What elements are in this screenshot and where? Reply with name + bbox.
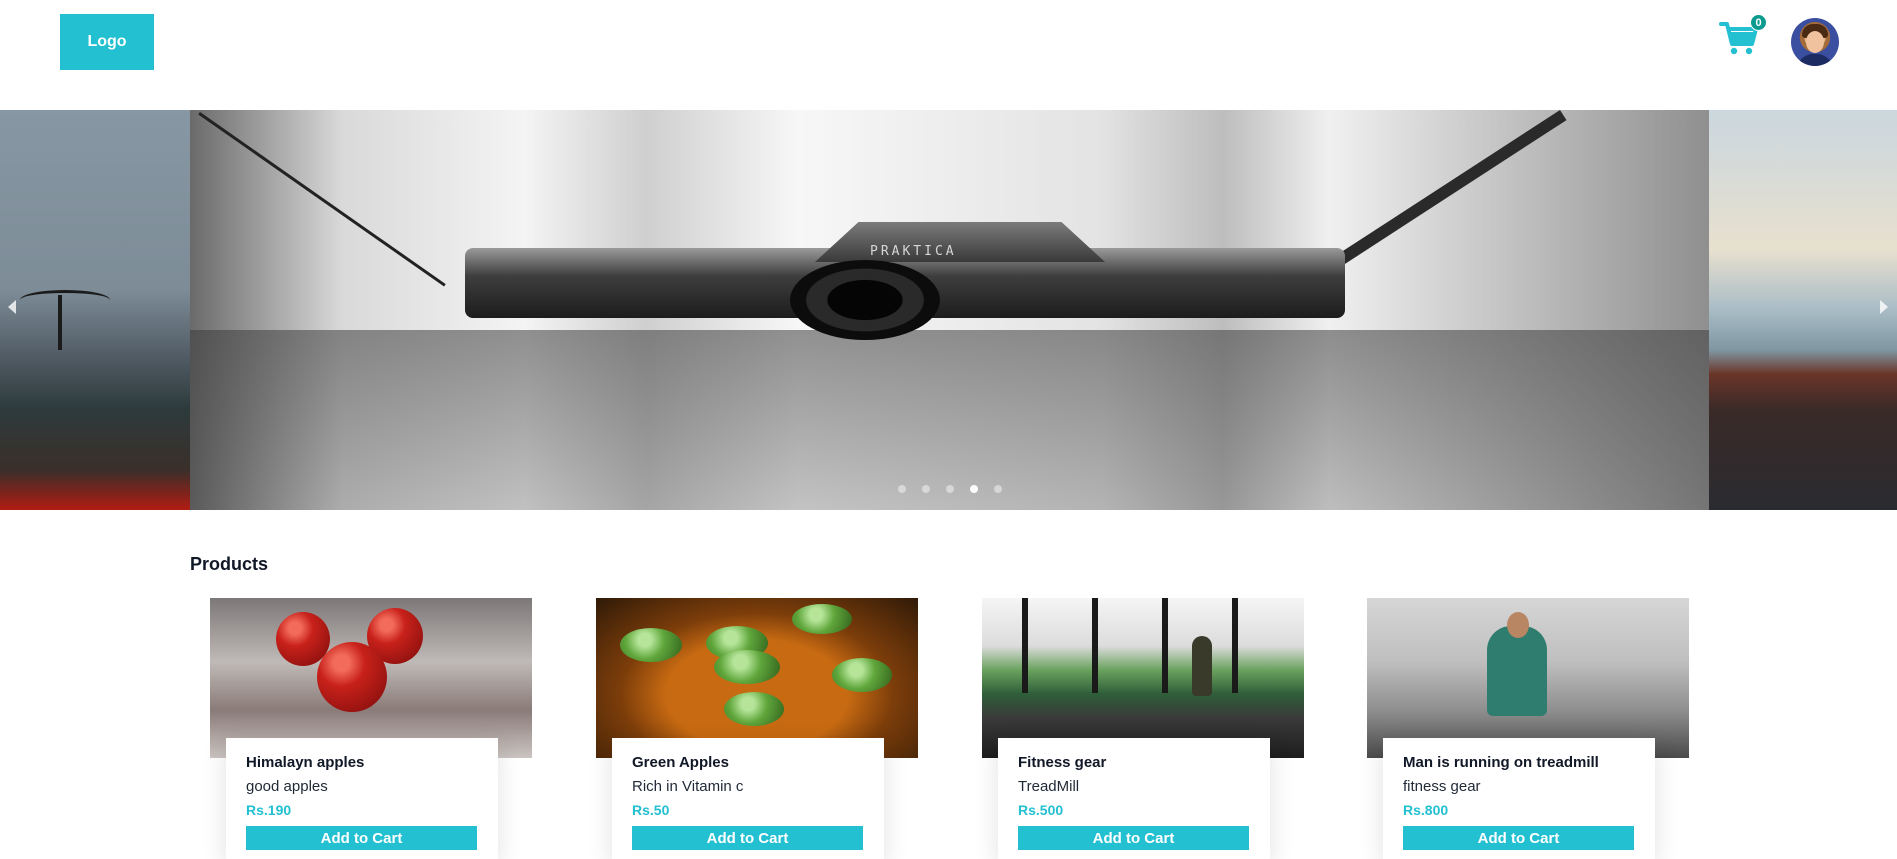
product-info: Man is running on treadmill fitness gear… — [1383, 738, 1655, 859]
product-card[interactable]: Man is running on treadmill fitness gear… — [1367, 598, 1689, 859]
product-description: Rich in Vitamin c — [632, 778, 744, 795]
cart-button[interactable]: 0 — [1719, 14, 1767, 60]
product-info: Green Apples Rich in Vitamin c Rs.50 Add… — [612, 738, 884, 859]
products-heading: Products — [190, 554, 269, 574]
carousel-dot-1[interactable] — [898, 485, 906, 493]
window-frame — [1092, 598, 1098, 693]
product-image-green-apples — [596, 598, 918, 758]
hero-carousel[interactable]: PRAKTICA — [0, 110, 1897, 510]
product-title: Man is running on treadmill — [1403, 754, 1599, 771]
window-frame — [1232, 598, 1238, 693]
camera-strap-left — [198, 112, 446, 287]
apple-shape — [317, 642, 387, 712]
product-price: Rs.800 — [1403, 802, 1449, 818]
product-title: Fitness gear — [1018, 754, 1107, 771]
add-to-cart-button[interactable]: Add to Cart — [246, 826, 477, 850]
green-apple-shape — [832, 658, 892, 692]
product-price: Rs.50 — [632, 802, 670, 818]
window-frame — [1162, 598, 1168, 693]
product-title: Himalayn apples — [246, 754, 365, 771]
cart-count-badge: 0 — [1750, 14, 1767, 31]
product-description: fitness gear — [1403, 778, 1481, 795]
carousel-slide-next — [1709, 110, 1897, 510]
product-price: Rs.190 — [246, 802, 292, 818]
chevron-right-icon[interactable] — [1880, 300, 1888, 314]
product-card[interactable]: Fitness gear TreadMill Rs.500 Add to Car… — [982, 598, 1304, 859]
product-image-himalayan-apples — [210, 598, 532, 758]
green-apple-shape — [620, 628, 682, 662]
green-apple-shape — [714, 650, 780, 684]
runner-figure — [1487, 626, 1547, 716]
product-image-fitness-gear — [982, 598, 1304, 758]
slide-shadow — [190, 330, 1709, 510]
logo-button[interactable]: Logo — [60, 14, 154, 70]
product-description: good apples — [246, 778, 328, 795]
carousel-dot-5[interactable] — [994, 485, 1002, 493]
carousel-slide-active: PRAKTICA — [190, 110, 1709, 510]
add-to-cart-button[interactable]: Add to Cart — [632, 826, 863, 850]
street-lamp-shape — [20, 290, 110, 310]
product-card[interactable]: Himalayn apples good apples Rs.190 Add t… — [210, 598, 532, 859]
product-price: Rs.500 — [1018, 802, 1064, 818]
avatar-shirt — [1797, 54, 1833, 66]
product-info: Himalayn apples good apples Rs.190 Add t… — [226, 738, 498, 859]
product-title: Green Apples — [632, 754, 729, 771]
add-to-cart-button[interactable]: Add to Cart — [1018, 826, 1249, 850]
carousel-dot-4[interactable] — [970, 485, 978, 493]
product-info: Fitness gear TreadMill Rs.500 Add to Car… — [998, 738, 1270, 859]
chevron-left-icon[interactable] — [8, 300, 16, 314]
avatar-face — [1806, 31, 1824, 53]
runner-head — [1507, 612, 1529, 638]
green-apple-shape — [724, 692, 784, 726]
camera-prism — [815, 222, 1105, 262]
runner-figure — [1192, 636, 1212, 696]
product-description: TreadMill — [1018, 778, 1080, 795]
add-to-cart-button[interactable]: Add to Cart — [1403, 826, 1634, 850]
street-lamp-post — [58, 295, 62, 350]
carousel-dots — [898, 485, 1002, 493]
product-card[interactable]: Green Apples Rich in Vitamin c Rs.50 Add… — [596, 598, 918, 859]
camera-lens — [790, 260, 940, 340]
product-image-treadmill-runner — [1367, 598, 1689, 758]
camera-strap-right — [1308, 110, 1567, 284]
green-apple-shape — [792, 604, 852, 634]
carousel-dot-2[interactable] — [922, 485, 930, 493]
carousel-dot-3[interactable] — [946, 485, 954, 493]
window-frame — [1022, 598, 1028, 693]
user-avatar[interactable] — [1791, 18, 1839, 66]
camera-brand-text: PRAKTICA — [870, 244, 957, 259]
carousel-slide-previous — [0, 110, 190, 510]
header: Logo 0 — [0, 0, 1897, 110]
